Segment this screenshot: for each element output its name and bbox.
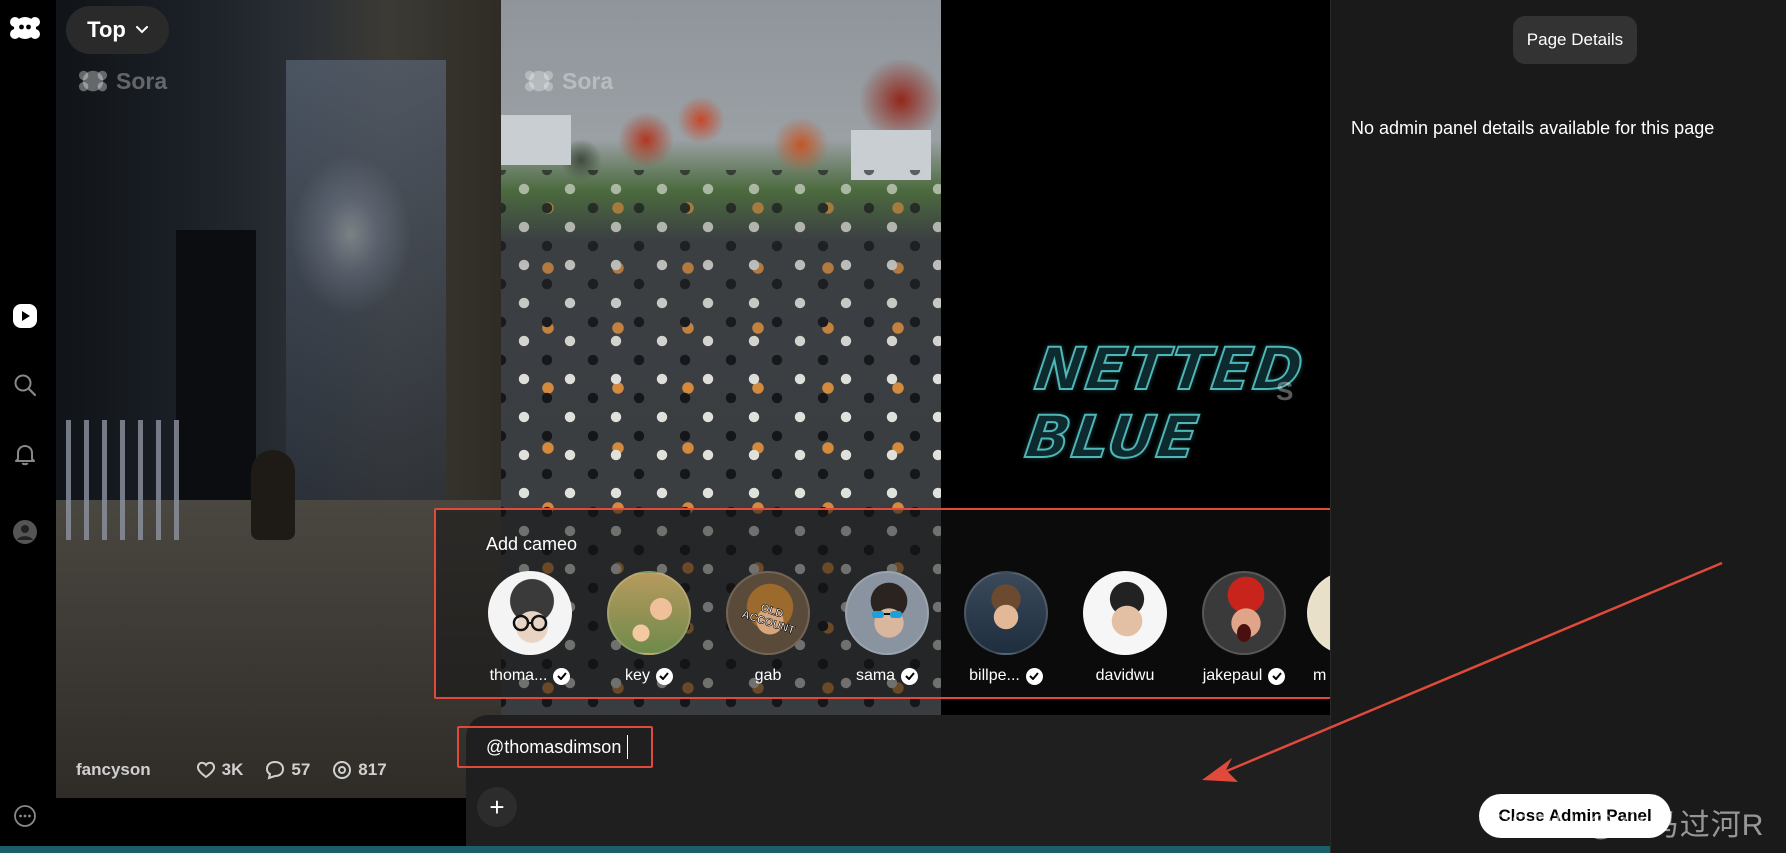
cameo-avatar [1083, 571, 1167, 655]
sora-logo-icon [78, 70, 108, 92]
heart-icon [196, 761, 215, 779]
prompt-input[interactable]: @thomasdimson [457, 726, 653, 768]
sunglasses-icon [872, 611, 902, 618]
cameo-name: m [1313, 667, 1327, 684]
page-details-tab[interactable]: Page Details [1513, 16, 1637, 64]
cameo-item[interactable]: thoma... [487, 571, 585, 685]
cameo-avatar [964, 571, 1048, 655]
cameo-item[interactable]: key [594, 571, 704, 685]
cameo-avatar [845, 571, 929, 655]
remix-icon [333, 761, 352, 779]
prompt-input-value: @thomasdimson [486, 736, 622, 757]
add-attachment-button[interactable]: + [477, 787, 517, 827]
verified-check-icon [901, 667, 919, 685]
cameo-name: davidwu [1095, 667, 1155, 684]
more-options-icon[interactable] [8, 799, 42, 833]
profile-icon[interactable] [8, 515, 42, 549]
cameo-item[interactable]: OLD ACCOUNT gab [713, 571, 823, 685]
verified-check-icon [655, 667, 673, 685]
comment-count: 57 [291, 760, 311, 779]
remix-count: 817 [358, 760, 387, 779]
video-author[interactable]: fancyson [76, 760, 151, 780]
sora-watermark: Sora [524, 66, 613, 96]
sora-watermark-partial: S [1276, 376, 1294, 406]
admin-panel-message: No admin panel details available for thi… [1351, 118, 1715, 138]
text-caret [627, 735, 629, 759]
feed-filter-dropdown[interactable]: Top [66, 6, 169, 54]
plus-icon: + [489, 791, 505, 822]
search-icon[interactable] [8, 368, 42, 402]
remix-button[interactable]: 817 [332, 760, 387, 780]
cameo-name: jakepaul [1202, 667, 1263, 684]
cameo-avatar [607, 571, 691, 655]
glasses-icon [512, 614, 548, 632]
add-cameo-panel: Add cameo thoma... key OLD ACCOUNT gab s… [434, 508, 1369, 699]
open-mouth-icon [1237, 624, 1251, 642]
csdn-watermark: CSDN @小马过河R [1488, 809, 1765, 842]
cameo-avatar: OLD ACCOUNT [726, 571, 810, 655]
bottom-strip [0, 846, 1330, 853]
cameo-item[interactable]: davidwu [1070, 571, 1180, 685]
cameo-avatar [1202, 571, 1286, 655]
cameo-name: billpe... [969, 667, 1020, 684]
cameo-avatar [488, 571, 572, 655]
video-stats-bar: fancyson 3K 57 817 [76, 758, 496, 782]
verified-check-icon [1025, 667, 1043, 685]
cameo-name: key [625, 667, 650, 684]
feed-filter-label: Top [87, 17, 126, 42]
feed-play-icon[interactable] [8, 299, 42, 333]
comment-button[interactable]: 57 [265, 760, 310, 780]
old-account-badge: OLD ACCOUNT [740, 601, 797, 638]
sora-logo-icon [524, 70, 554, 92]
comment-icon [266, 760, 285, 780]
sora-watermark: Sora [78, 66, 167, 96]
cameo-name: thoma... [489, 667, 548, 684]
admin-panel: Page Details No admin panel details avai… [1330, 0, 1786, 853]
chevron-down-icon [135, 26, 148, 34]
cameo-item[interactable]: billpe... [951, 571, 1061, 685]
add-cameo-title: Add cameo [486, 534, 578, 554]
cameo-name: sama [855, 667, 896, 684]
cameo-name: gab [754, 667, 782, 684]
sora-logo-icon[interactable] [8, 11, 42, 45]
verified-check-icon [553, 667, 571, 685]
sidebar [0, 0, 50, 853]
like-count: 3K [221, 760, 244, 779]
cameo-list: thoma... key OLD ACCOUNT gab sama billpe… [487, 571, 1357, 691]
like-button[interactable]: 3K [196, 760, 244, 780]
cameo-item[interactable]: sama [832, 571, 942, 685]
bell-icon[interactable] [8, 437, 42, 471]
